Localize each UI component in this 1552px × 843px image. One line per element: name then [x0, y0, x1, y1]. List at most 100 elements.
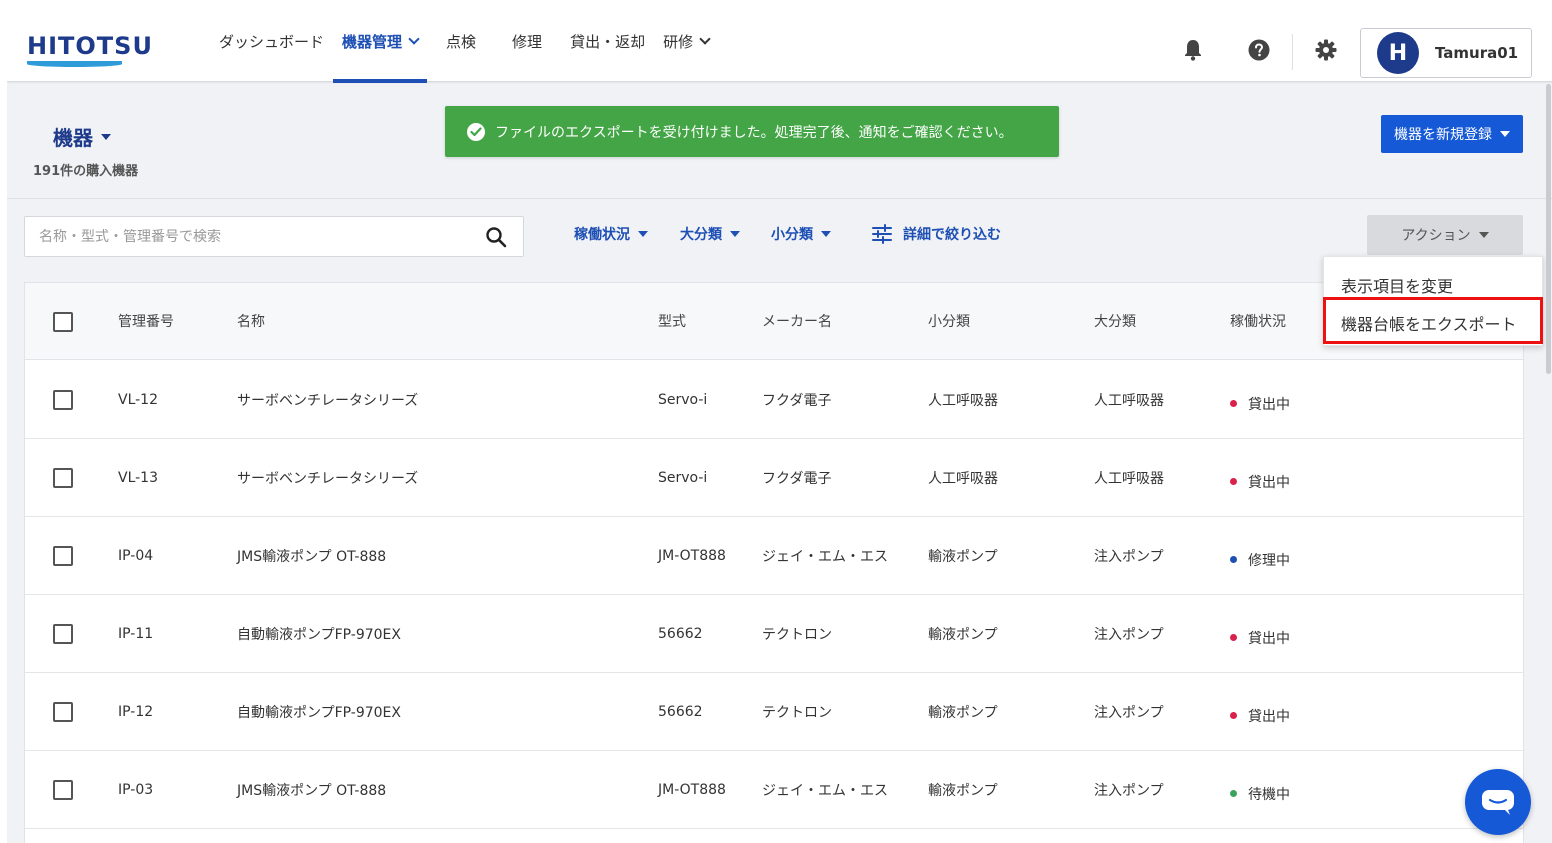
cell-name[interactable]: サーボベンチレータシリーズ	[237, 361, 418, 438]
filter-label: 小分類	[771, 227, 813, 243]
menu-item-change-columns[interactable]: 表示項目を変更	[1341, 273, 1453, 297]
row-checkbox[interactable]	[53, 468, 73, 488]
sliders-icon	[871, 224, 893, 244]
col-header-maker[interactable]: メーカー名	[762, 283, 832, 359]
page-title-dropdown[interactable]: 機器	[53, 122, 111, 151]
status-dot	[1230, 478, 1237, 485]
user-name: Tamura01	[1435, 44, 1519, 62]
search-input[interactable]	[39, 228, 479, 245]
nav-item-inspection[interactable]: 点検	[437, 0, 485, 82]
status-badge: 貸出中	[1248, 630, 1290, 647]
register-equipment-button[interactable]: 機器を新規登録	[1381, 115, 1523, 153]
filter-major-category[interactable]: 大分類	[680, 224, 740, 244]
nav-item-repair[interactable]: 修理	[503, 0, 551, 82]
cell-id: IP-04	[118, 547, 154, 564]
cell-minor: 輸液ポンプ	[928, 548, 998, 565]
filter-status[interactable]: 稼働状況	[574, 224, 648, 244]
col-header-id[interactable]: 管理番号	[118, 283, 174, 359]
cell-major: 注入ポンプ	[1094, 704, 1164, 721]
col-header-major[interactable]: 大分類	[1094, 283, 1136, 359]
col-header-model[interactable]: 型式	[658, 283, 686, 359]
row-checkbox[interactable]	[53, 390, 73, 410]
cell-model: 56662	[658, 703, 703, 720]
table-row[interactable]: IP-04 JMS輸液ポンプ OT-888 JM-OT888 ジェイ・エム・エス…	[25, 517, 1523, 595]
cell-id: IP-12	[118, 703, 154, 720]
nav-item-training[interactable]: 研修	[654, 0, 718, 82]
cell-maker: テクトロン	[762, 704, 832, 721]
scrollbar[interactable]	[1546, 84, 1551, 374]
gear-icon[interactable]	[1314, 38, 1338, 62]
caret-down-icon	[730, 231, 740, 237]
main-nav: ダッシュボード 機器管理 点検 修理 貸出・返却 研修	[210, 0, 718, 83]
search-box	[24, 216, 524, 257]
caret-down-icon	[1500, 131, 1510, 137]
row-checkbox[interactable]	[53, 780, 73, 800]
export-toast: ファイルのエクスポートを受け付けました。処理完了後、通知をご確認ください。	[445, 106, 1059, 157]
filter-label: 稼働状況	[574, 227, 630, 243]
table-row[interactable]: VL-13 サーボベンチレータシリーズ Servo-i フクダ電子 人工呼吸器 …	[25, 439, 1523, 517]
cell-id: IP-11	[118, 625, 154, 642]
table-row[interactable]: IP-11 自動輸液ポンプFP-970EX 56662 テクトロン 輸液ポンプ …	[25, 595, 1523, 673]
cell-maker: テクトロン	[762, 626, 832, 643]
cell-name[interactable]: JMS輸液ポンプ OT-888	[237, 517, 386, 594]
table-row[interactable]: VL-12 サーボベンチレータシリーズ Servo-i フクダ電子 人工呼吸器 …	[25, 361, 1523, 439]
avatar: H	[1377, 32, 1419, 74]
status-badge: 修理中	[1248, 552, 1290, 569]
cell-name[interactable]: JMS輸液ポンプ OT-888	[237, 751, 386, 828]
cell-maker: ジェイ・エム・エス	[762, 782, 888, 799]
check-circle-icon	[467, 122, 485, 141]
cell-id: VL-13	[118, 469, 158, 486]
button-label: アクション	[1401, 228, 1471, 244]
status-badge: 貸出中	[1248, 474, 1290, 491]
row-checkbox[interactable]	[53, 624, 73, 644]
chat-button[interactable]	[1465, 769, 1531, 835]
col-header-minor[interactable]: 小分類	[928, 283, 970, 359]
nav-label: 貸出・返却	[570, 32, 646, 51]
status-badge: 待機中	[1248, 786, 1290, 803]
row-checkbox[interactable]	[53, 702, 73, 722]
hitotsu-logo[interactable]: HITOTSU	[27, 32, 153, 67]
cell-status: 修理中	[1230, 517, 1290, 594]
table-row[interactable]: IP-03 JMS輸液ポンプ OT-888 JM-OT888 ジェイ・エム・エス…	[25, 751, 1523, 829]
col-header-status[interactable]: 稼働状況	[1230, 283, 1286, 359]
cell-minor: 輸液ポンプ	[928, 782, 998, 799]
cell-model: 56662	[658, 625, 703, 642]
cell-name[interactable]: 自動輸液ポンプFP-970EX	[237, 673, 401, 750]
cell-maker: ジェイ・エム・エス	[762, 548, 888, 565]
cell-id: VL-12	[118, 391, 158, 408]
cell-minor: 人工呼吸器	[928, 470, 998, 487]
nav-item-equipment[interactable]: 機器管理	[333, 0, 428, 83]
filter-label: 大分類	[680, 227, 722, 243]
select-all-checkbox[interactable]	[53, 312, 73, 332]
cell-minor: 輸液ポンプ	[928, 704, 998, 721]
cell-major: 注入ポンプ	[1094, 782, 1164, 799]
cell-model: JM-OT888	[658, 781, 726, 798]
status-badge: 貸出中	[1248, 396, 1290, 413]
cell-status: 待機中	[1230, 751, 1290, 828]
user-menu-button[interactable]: H Tamura01	[1360, 28, 1532, 78]
action-button[interactable]: アクション	[1367, 215, 1523, 255]
help-icon[interactable]	[1247, 38, 1271, 62]
nav-item-dashboard[interactable]: ダッシュボード	[210, 0, 333, 82]
cell-name[interactable]: 自動輸液ポンプFP-970EX	[237, 595, 401, 672]
filter-detail[interactable]: 詳細で絞り込む	[871, 224, 1001, 244]
table-header: 管理番号 名称 型式 メーカー名 小分類 大分類 稼働状況	[25, 283, 1523, 360]
cell-minor: 人工呼吸器	[928, 392, 998, 409]
filter-minor-category[interactable]: 小分類	[771, 224, 831, 244]
cell-model: Servo-i	[658, 469, 708, 486]
caret-down-icon	[101, 133, 111, 140]
row-checkbox[interactable]	[53, 546, 73, 566]
button-label: 機器を新規登録	[1394, 127, 1492, 143]
cell-status: 貸出中	[1230, 673, 1290, 750]
bell-icon[interactable]	[1181, 38, 1205, 62]
search-icon[interactable]	[485, 226, 507, 252]
cell-name[interactable]: サーボベンチレータシリーズ	[237, 439, 418, 516]
nav-label: 点検	[446, 32, 477, 51]
nav-item-lending[interactable]: 貸出・返却	[561, 0, 654, 82]
cell-id: IP-03	[118, 781, 154, 798]
chevron-down-icon	[699, 32, 711, 45]
cell-model: JM-OT888	[658, 547, 726, 564]
col-header-name[interactable]: 名称	[237, 283, 265, 359]
status-dot	[1230, 790, 1237, 797]
table-row[interactable]: IP-12 自動輸液ポンプFP-970EX 56662 テクトロン 輸液ポンプ …	[25, 673, 1523, 751]
